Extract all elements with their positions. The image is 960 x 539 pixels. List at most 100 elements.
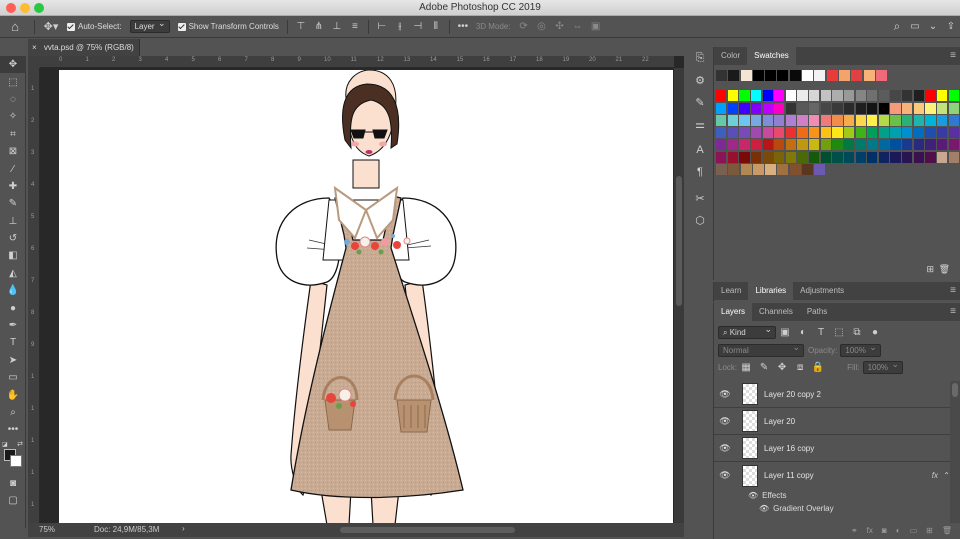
filter-pixel-icon[interactable]: ▣ xyxy=(776,323,794,341)
actions-panel-icon[interactable]: ⚙ xyxy=(688,69,712,91)
color-swatch[interactable] xyxy=(797,139,808,151)
color-swatch[interactable] xyxy=(863,70,875,81)
character-panel-icon[interactable]: A xyxy=(688,139,712,161)
color-swatch[interactable] xyxy=(826,70,838,81)
color-swatch[interactable] xyxy=(948,127,959,139)
layer-effects-badge[interactable]: fx xyxy=(932,471,938,480)
crop-tool-icon[interactable]: ⌗ xyxy=(0,126,26,143)
add-style-icon[interactable]: fx xyxy=(867,526,873,535)
layer-filter-kind[interactable]: ⌕ Kind xyxy=(718,324,776,339)
color-swatch[interactable] xyxy=(832,114,843,126)
delete-swatch-icon[interactable]: 🗑 xyxy=(939,264,950,275)
color-swatch[interactable] xyxy=(750,102,762,114)
horizontal-scroll-thumb[interactable] xyxy=(340,527,515,533)
tab-layers[interactable]: Layers xyxy=(714,303,753,321)
visibility-eye-icon[interactable]: 👁 xyxy=(714,416,736,427)
color-swatch[interactable] xyxy=(878,102,890,114)
align-bottom-icon[interactable]: ⊥ xyxy=(328,18,346,36)
color-swatch[interactable] xyxy=(843,127,855,139)
color-swatch[interactable] xyxy=(925,102,936,114)
color-swatch[interactable] xyxy=(762,139,773,151)
lock-position-icon[interactable]: ✥ xyxy=(773,358,791,376)
type-tool-icon[interactable]: T xyxy=(0,334,26,351)
clone-stamp-tool-icon[interactable]: ⊥ xyxy=(0,213,26,230)
color-swatch[interactable] xyxy=(809,114,820,126)
color-swatch[interactable] xyxy=(739,90,750,102)
default-colors-icon[interactable]: ◪ xyxy=(2,441,8,448)
color-swatch[interactable] xyxy=(762,102,773,114)
color-swatch[interactable] xyxy=(867,114,878,126)
color-swatch[interactable] xyxy=(913,127,924,139)
color-swatch[interactable] xyxy=(740,164,752,176)
color-swatch[interactable] xyxy=(843,114,855,126)
filter-adjustment-icon[interactable]: ◐ xyxy=(794,323,812,341)
align-left-icon[interactable]: ⊢ xyxy=(373,18,391,36)
color-swatch[interactable] xyxy=(890,139,901,151)
color-swatch[interactable] xyxy=(777,164,789,176)
edit-toolbar-icon[interactable]: ••• xyxy=(0,421,26,438)
color-swatch[interactable] xyxy=(716,70,727,81)
color-swatch[interactable] xyxy=(890,151,901,163)
layer-row[interactable]: 👁 Layer 11 copy fx ⌃ xyxy=(714,462,950,489)
layer-name[interactable]: Layer 20 copy 2 xyxy=(764,390,821,399)
color-swatch[interactable] xyxy=(809,90,820,102)
canvas[interactable] xyxy=(59,70,673,525)
color-swatch[interactable] xyxy=(752,164,764,176)
align-vcenter-icon[interactable]: ⋔ xyxy=(310,18,328,36)
color-swatch[interactable] xyxy=(797,114,808,126)
color-swatch[interactable] xyxy=(774,114,785,126)
color-swatch[interactable] xyxy=(902,151,913,163)
color-swatch[interactable] xyxy=(820,151,831,163)
expand-effects-icon[interactable]: ⌃ xyxy=(943,471,950,480)
3d-slide-icon[interactable]: ⇔ xyxy=(569,18,587,36)
filter-toggle-icon[interactable]: ● xyxy=(866,323,884,341)
color-swatch[interactable] xyxy=(936,151,948,163)
panel-menu-icon[interactable]: ≡ xyxy=(950,285,956,296)
color-swatch[interactable] xyxy=(820,139,831,151)
color-swatch[interactable] xyxy=(777,70,789,81)
color-swatch[interactable] xyxy=(890,102,901,114)
color-swatch[interactable] xyxy=(789,164,801,176)
checkbox-icon[interactable] xyxy=(67,22,75,31)
color-swatch[interactable] xyxy=(727,114,738,126)
color-swatch[interactable] xyxy=(878,90,890,102)
history-panel-icon[interactable]: ⎘ xyxy=(688,47,712,69)
color-swatch[interactable] xyxy=(740,70,752,81)
color-swatch[interactable] xyxy=(727,127,738,139)
history-brush-tool-icon[interactable]: ↺ xyxy=(0,230,26,247)
color-swatch[interactable] xyxy=(716,102,727,114)
color-swatch[interactable] xyxy=(936,90,948,102)
color-swatch[interactable] xyxy=(762,127,773,139)
dodge-tool-icon[interactable]: ● xyxy=(0,299,26,316)
color-swatch[interactable] xyxy=(809,139,820,151)
color-swatch[interactable] xyxy=(832,127,843,139)
layer-row[interactable]: 👁 Layer 20 copy 2 xyxy=(714,381,950,408)
color-swatch[interactable] xyxy=(727,139,738,151)
color-swatch[interactable] xyxy=(878,114,890,126)
layer-row[interactable]: 👁 Layer 16 copy xyxy=(714,435,950,462)
color-swatch[interactable] xyxy=(762,114,773,126)
auto-select-target[interactable]: Layer xyxy=(126,16,174,38)
align-hcenter-icon[interactable]: ⫲ xyxy=(391,18,409,36)
tab-color[interactable]: Color xyxy=(714,47,747,65)
paragraph-panel-icon[interactable]: ¶ xyxy=(688,161,712,183)
horizontal-ruler[interactable]: 0 1 2 3 4 5 6 7 8 9 10 11 12 13 14 15 16 17 18 19 20 21 22 xyxy=(40,56,674,68)
status-arrow-icon[interactable]: › xyxy=(182,524,185,533)
lock-all-icon[interactable]: 🔒 xyxy=(809,358,827,376)
effect-eye-icon[interactable]: 👁 xyxy=(748,491,758,500)
color-swatch[interactable] xyxy=(774,90,785,102)
brush-settings-icon[interactable]: ✎ xyxy=(688,91,712,113)
visibility-eye-icon[interactable]: 👁 xyxy=(714,389,736,400)
vertical-ruler[interactable]: 1 2 3 4 5 6 7 8 9 1 1 1 1 1 xyxy=(28,68,40,526)
add-mask-icon[interactable]: ◙ xyxy=(882,526,887,535)
tab-swatches[interactable]: Swatches xyxy=(747,47,796,65)
tab-learn[interactable]: Learn xyxy=(714,282,748,300)
color-swatch[interactable] xyxy=(867,90,878,102)
zoom-level[interactable]: 75% xyxy=(39,525,55,534)
color-swatch[interactable] xyxy=(855,151,866,163)
color-swatch[interactable] xyxy=(739,102,750,114)
color-swatch[interactable] xyxy=(716,127,727,139)
color-swatch[interactable] xyxy=(797,127,808,139)
visibility-eye-icon[interactable]: 👁 xyxy=(714,443,736,454)
color-swatch[interactable] xyxy=(855,139,866,151)
